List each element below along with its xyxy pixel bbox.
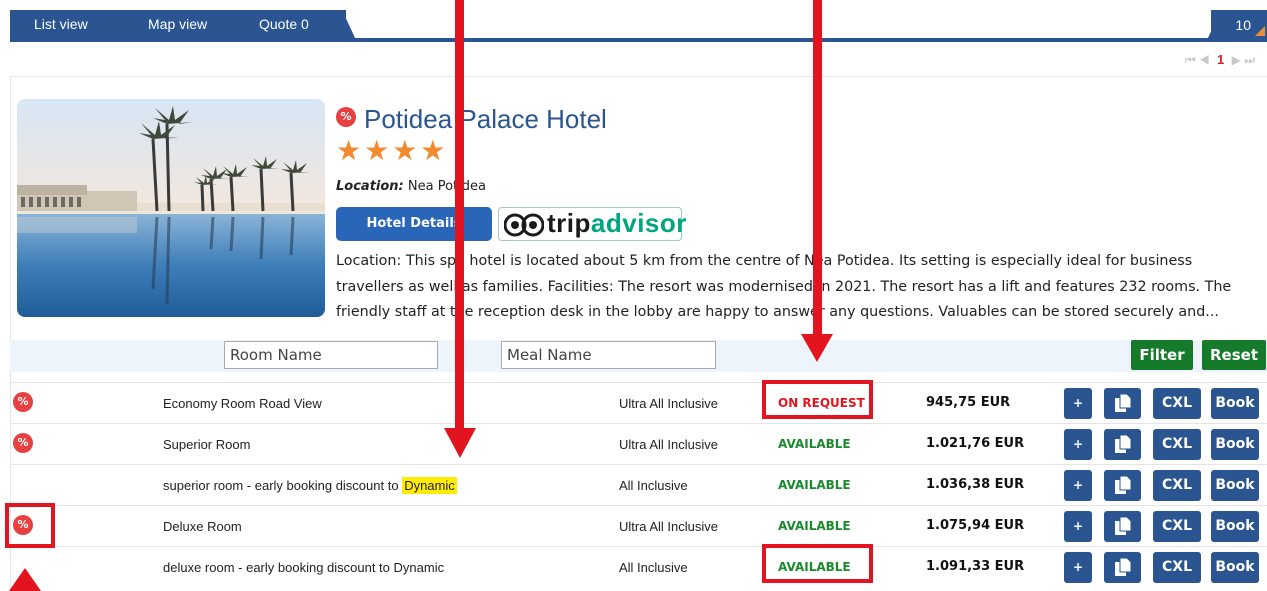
add-to-quote-button[interactable]: + (1064, 511, 1092, 542)
prev-page-icon[interactable]: ◀ (1199, 53, 1210, 67)
next-page-icon[interactable]: ▶ (1232, 53, 1241, 67)
hotel-name[interactable]: Potidea Palace Hotel (364, 104, 607, 135)
cancellation-policy-button[interactable]: CXL (1153, 388, 1201, 419)
room-row: deluxe room - early booking discount to … (10, 546, 1267, 587)
tripadvisor-logo[interactable]: tripadvisor (498, 207, 686, 241)
room-row: % Superior Room Ultra All Inclusive AVAI… (10, 423, 1267, 464)
room-name: Economy Room Road View (163, 396, 322, 411)
tab-list-view[interactable]: List view (34, 16, 88, 32)
meal-plan: Ultra All Inclusive (619, 437, 718, 452)
room-price: 1.091,33 EUR (926, 559, 1025, 574)
annotation-arrow-up-icon (9, 568, 41, 591)
tripadvisor-wordmark: tripadvisor (547, 208, 687, 239)
results-count-corner-icon (1255, 26, 1265, 36)
room-name: deluxe room - early booking discount to … (163, 560, 445, 575)
tab-quote[interactable]: Quote 0 (259, 16, 309, 32)
book-button[interactable]: Book (1211, 552, 1259, 583)
tab-map-view[interactable]: Map view (148, 16, 207, 32)
tripadvisor-owl-icon (504, 213, 544, 237)
room-price: 945,75 EUR (926, 395, 1011, 410)
discount-badge-icon: % (336, 107, 356, 127)
hotel-description: Location: This spa hotel is located abou… (336, 253, 1232, 321)
discount-badge-icon: % (13, 433, 33, 453)
add-to-quote-button[interactable]: + (1064, 470, 1092, 501)
current-page[interactable]: 1 (1217, 52, 1224, 67)
room-price: 1.021,76 EUR (926, 436, 1025, 451)
results-toolbar: List view Map view Quote 0 10 (10, 10, 1267, 42)
tripadvisor-advisor: advisor (590, 208, 687, 238)
hotel-star-rating: ★★★★ (336, 134, 449, 167)
room-name: Superior Room (163, 437, 251, 452)
room-name-highlight: Dynamic (402, 477, 457, 494)
add-to-quote-button[interactable]: + (1064, 429, 1092, 460)
pagination: ⏮ ◀ 1 ▶ ⏭ (1185, 52, 1255, 68)
book-button[interactable]: Book (1211, 429, 1259, 460)
copy-icon (1114, 434, 1131, 453)
room-row: % Deluxe Room Ultra All Inclusive AVAILA… (10, 505, 1267, 546)
meal-plan: Ultra All Inclusive (619, 519, 718, 534)
tripadvisor-trip: trip (547, 208, 591, 238)
copy-button[interactable] (1104, 429, 1141, 460)
location-value: Nea Potidea (407, 179, 486, 194)
book-button[interactable]: Book (1211, 511, 1259, 542)
annotation-highlight-box (762, 380, 873, 419)
location-label: Location: (336, 179, 404, 194)
results-count: 10 (1235, 17, 1251, 33)
annotation-highlight-box (762, 544, 873, 583)
meal-name-input[interactable]: Meal Name (501, 341, 716, 369)
reset-button[interactable]: Reset (1202, 340, 1266, 370)
cancellation-policy-button[interactable]: CXL (1153, 552, 1201, 583)
room-name: Deluxe Room (163, 519, 242, 534)
filter-button[interactable]: Filter (1131, 340, 1193, 370)
last-page-icon[interactable]: ⏭ (1244, 53, 1255, 67)
cancellation-policy-button[interactable]: CXL (1153, 429, 1201, 460)
copy-button[interactable] (1104, 470, 1141, 501)
add-to-quote-button[interactable]: + (1064, 388, 1092, 419)
availability-status: AVAILABLE (778, 478, 851, 492)
room-price: 1.075,94 EUR (926, 518, 1025, 533)
discount-badge-icon: % (13, 392, 33, 412)
toolbar-underline (10, 38, 1267, 42)
hotel-photo[interactable] (17, 99, 325, 317)
book-button[interactable]: Book (1211, 388, 1259, 419)
room-name-text: superior room - early booking discount t… (163, 478, 403, 493)
meal-plan: All Inclusive (619, 478, 688, 493)
cancellation-policy-button[interactable]: CXL (1153, 470, 1201, 501)
room-name: superior room - early booking discount t… (163, 477, 457, 494)
availability-status: AVAILABLE (778, 519, 851, 533)
room-row: superior room - early booking discount t… (10, 464, 1267, 505)
room-price: 1.036,38 EUR (926, 477, 1025, 492)
annotation-arrow-down-icon (801, 334, 833, 362)
annotation-highlight-box (5, 503, 55, 548)
meal-plan: Ultra All Inclusive (619, 396, 718, 411)
copy-icon (1114, 557, 1131, 576)
copy-icon (1114, 516, 1131, 535)
cancellation-policy-button[interactable]: CXL (1153, 511, 1201, 542)
copy-button[interactable] (1104, 388, 1141, 419)
hotel-results-page: List view Map view Quote 0 10 ⏮ ◀ 1 ▶ ⏭ (0, 0, 1267, 591)
copy-button[interactable] (1104, 511, 1141, 542)
annotation-arrow-shaft (813, 0, 822, 336)
first-page-icon[interactable]: ⏮ (1185, 53, 1196, 67)
availability-status: AVAILABLE (778, 437, 851, 451)
book-button[interactable]: Book (1211, 470, 1259, 501)
annotation-arrow-down-icon (444, 428, 476, 458)
hotel-photo-image (17, 99, 325, 317)
copy-icon (1114, 475, 1131, 494)
copy-icon (1114, 393, 1131, 412)
room-row: % Economy Room Road View Ultra All Inclu… (10, 382, 1267, 423)
annotation-arrow-shaft (455, 0, 464, 430)
copy-button[interactable] (1104, 552, 1141, 583)
hotel-details-button[interactable]: Hotel Details (336, 207, 492, 241)
add-to-quote-button[interactable]: + (1064, 552, 1092, 583)
meal-plan: All Inclusive (619, 560, 688, 575)
room-name-input[interactable]: Room Name (224, 341, 438, 369)
